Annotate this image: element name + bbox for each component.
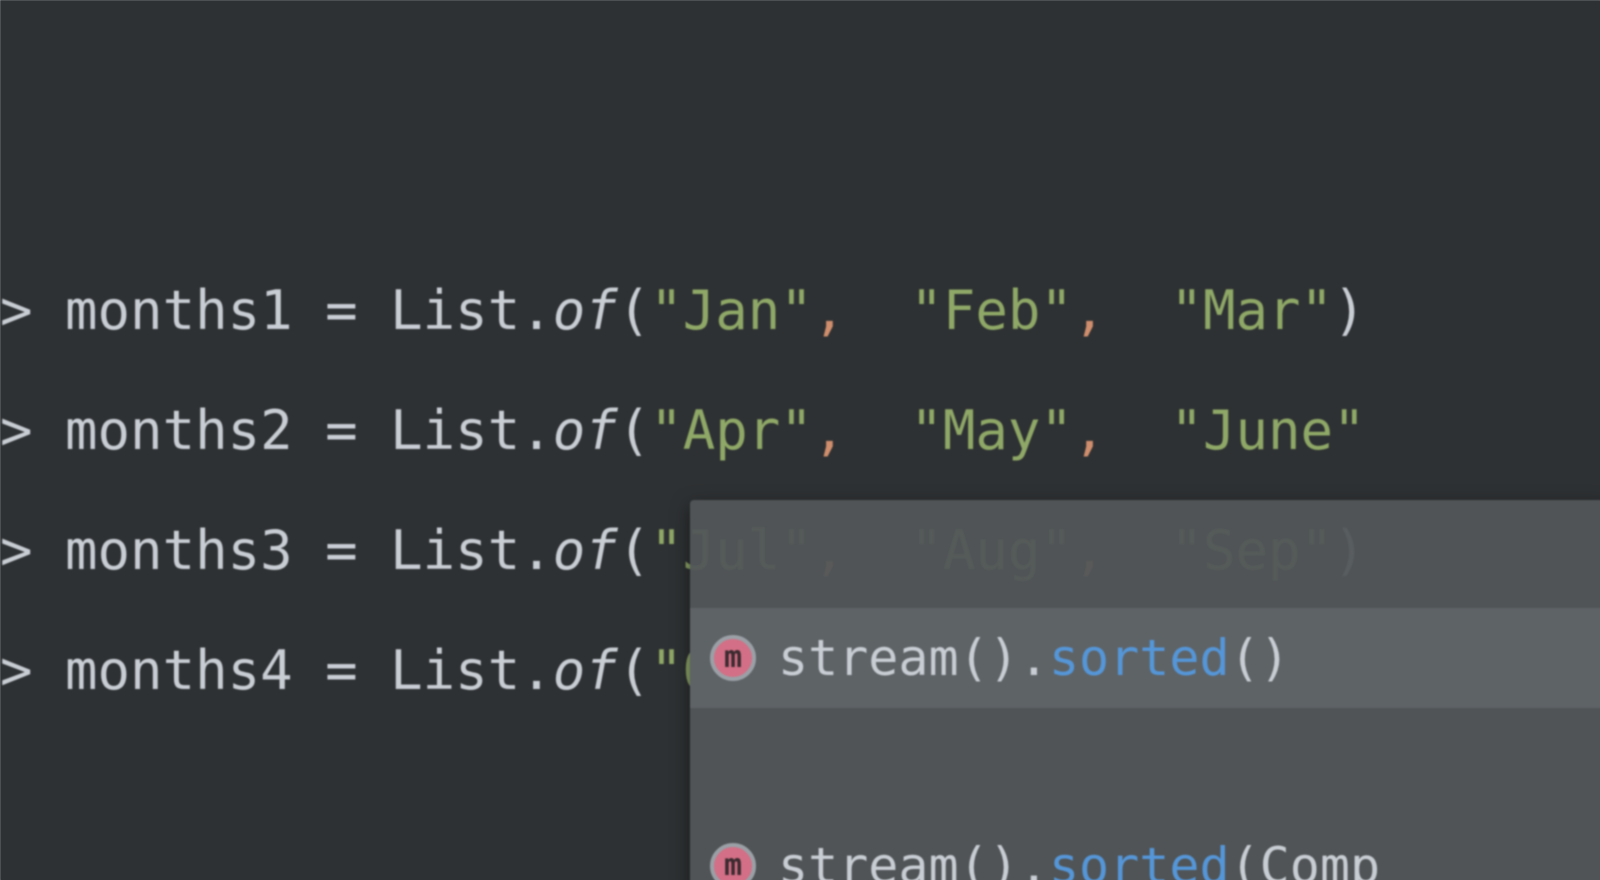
string-literal: "Apr" (650, 402, 813, 460)
autocomplete-item[interactable]: m stream().sorted(Comp (690, 816, 1600, 880)
autocomplete-item[interactable]: m stream().sorted() (690, 608, 1600, 708)
class-name: List (390, 642, 520, 700)
autocomplete-item-label: stream().sorted(Comp (778, 839, 1380, 880)
method-name: of (553, 522, 618, 580)
method-icon: m (710, 843, 756, 880)
class-name: List (390, 402, 520, 460)
class-name: List (390, 282, 520, 340)
autocomplete-popup: m stream().sorted() m stream().sorted(Co… (690, 500, 1600, 880)
string-literal: "June" (1170, 402, 1365, 460)
string-literal: "Jan" (650, 282, 813, 340)
code-line-2[interactable]: > months2 = List.of("Apr", "May", "June" (0, 371, 1600, 491)
variable-name: months4 (65, 642, 293, 700)
variable-name: months1 (65, 282, 293, 340)
method-name: of (553, 642, 618, 700)
code-editor[interactable]: > months1 = List.of("Jan", "Feb", "Mar")… (0, 0, 1600, 880)
method-name: of (553, 282, 618, 340)
string-literal: "Mar" (1170, 282, 1333, 340)
variable-name: months3 (65, 522, 293, 580)
variable-name: months2 (65, 402, 293, 460)
string-literal: "Feb" (910, 282, 1073, 340)
string-literal: "May" (910, 402, 1073, 460)
class-name: List (390, 522, 520, 580)
autocomplete-item-label: stream().sorted() (778, 631, 1290, 685)
code-line-1[interactable]: > months1 = List.of("Jan", "Feb", "Mar") (0, 251, 1600, 371)
method-name: of (553, 402, 618, 460)
method-icon: m (710, 635, 756, 681)
